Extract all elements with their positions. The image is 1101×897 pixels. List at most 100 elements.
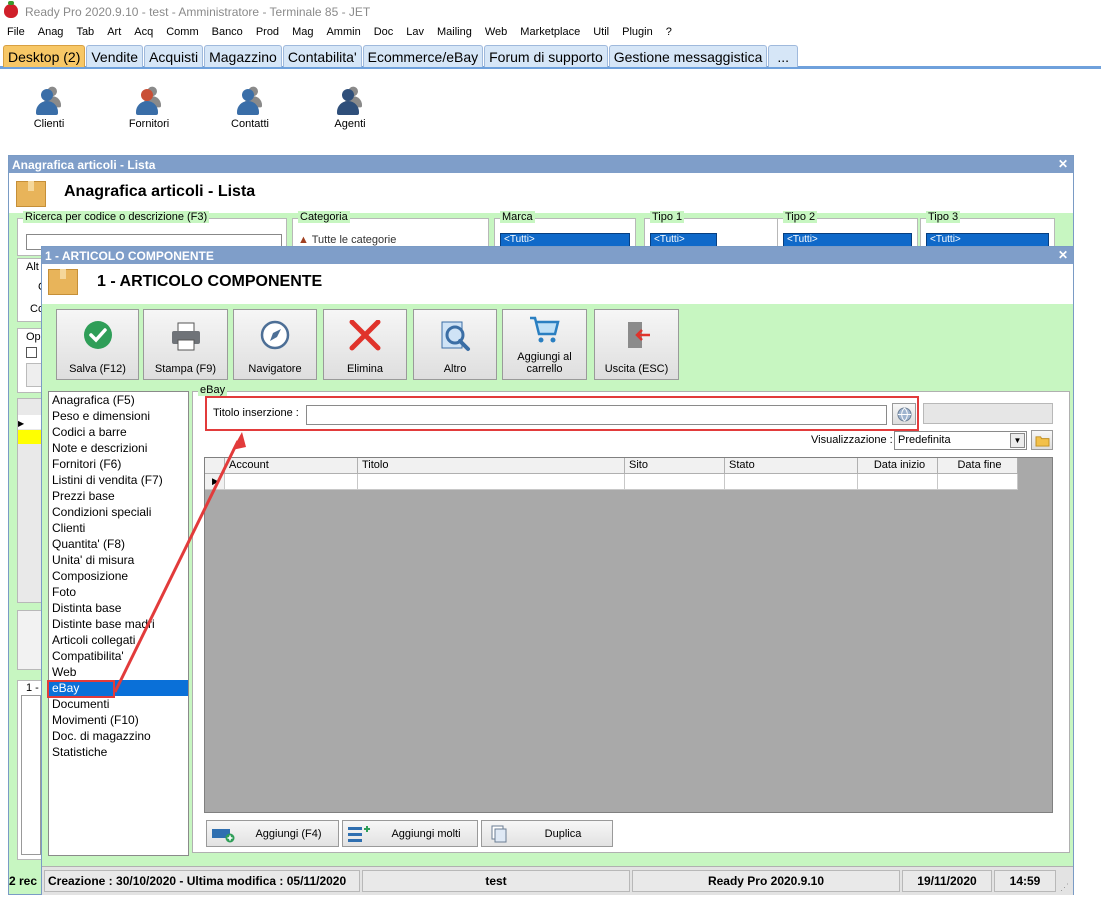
menu-file[interactable]: File	[0, 24, 31, 42]
section-peso-dimensioni[interactable]: Peso e dimensioni	[49, 408, 188, 424]
row-indicator-icon: ▶	[205, 474, 225, 490]
menu-prod[interactable]: Prod	[249, 24, 285, 42]
categoria-value[interactable]: ▲ Tutte le categorie	[298, 234, 396, 246]
section-articoli-collegati[interactable]: Articoli collegati	[49, 632, 188, 648]
visualizzazione-select[interactable]: Predefinita ▼	[894, 431, 1027, 450]
stampa-button[interactable]: Stampa (F9)	[143, 309, 228, 380]
section-quantita[interactable]: Quantita' (F8)	[49, 536, 188, 552]
column-header-titolo[interactable]: Titolo	[358, 458, 625, 474]
menu-util[interactable]: Util	[586, 24, 615, 42]
tab-acquisti[interactable]: Acquisti	[144, 45, 204, 67]
section-clienti[interactable]: Clienti	[49, 520, 188, 536]
duplica-button[interactable]: Duplica	[481, 820, 613, 847]
section-statistiche[interactable]: Statistiche	[49, 744, 188, 760]
tab-ecommerce-ebay[interactable]: Ecommerce/eBay	[362, 45, 484, 67]
duplicate-icon	[491, 825, 507, 843]
tab-desktop[interactable]: Desktop (2)	[3, 45, 86, 67]
tab-magazzino[interactable]: Magazzino	[204, 45, 282, 67]
column-header-data-fine[interactable]: Data fine	[938, 458, 1018, 474]
menu-comm[interactable]: Comm	[159, 24, 204, 42]
menu-acq[interactable]: Acq	[127, 24, 159, 42]
column-header-sito[interactable]: Sito	[625, 458, 725, 474]
visualizzazione-value: Predefinita	[898, 434, 951, 446]
alt-group: Alt C Co	[17, 258, 46, 322]
section-composizione[interactable]: Composizione	[49, 568, 188, 584]
table-row-cell[interactable]	[225, 474, 358, 490]
altro-button[interactable]: Altro	[413, 309, 497, 380]
close-icon[interactable]: ✕	[1058, 248, 1068, 262]
duplica-label: Duplica	[544, 828, 582, 840]
menu-mailing[interactable]: Mailing	[430, 24, 478, 42]
grid-corner	[205, 458, 225, 474]
section-doc-magazzino[interactable]: Doc. di magazzino	[49, 728, 188, 744]
table-row-cell[interactable]	[358, 474, 625, 490]
desktop-icon-label: Fornitori	[128, 118, 170, 130]
salva-button[interactable]: Salva (F12)	[56, 309, 139, 380]
strawberry-app-icon	[4, 1, 18, 18]
menu-tab[interactable]: Tab	[69, 24, 100, 42]
tab-contabilita[interactable]: Contabilita'	[282, 45, 362, 67]
navigatore-button[interactable]: Navigatore	[233, 309, 317, 380]
menu-lav[interactable]: Lav	[399, 24, 430, 42]
table-row-cell[interactable]	[858, 474, 938, 490]
menu-mag[interactable]: Mag	[285, 24, 319, 42]
desktop-icon-clienti[interactable]: Clienti	[9, 83, 89, 130]
section-distinte-base-madri[interactable]: Distinte base madri	[49, 616, 188, 632]
desktop-icon-contatti[interactable]: Contatti	[210, 83, 290, 130]
section-movimenti[interactable]: Movimenti (F10)	[49, 712, 188, 728]
menu-help[interactable]: ?	[659, 24, 678, 42]
sections-list: Anagrafica (F5) Peso e dimensioni Codici…	[48, 391, 189, 856]
aggiungi-carrello-button[interactable]: Aggiungi al carrello	[502, 309, 587, 380]
menu-plugin[interactable]: Plugin	[615, 24, 659, 42]
desktop-icon-fornitori[interactable]: Fornitori	[109, 83, 189, 130]
elimina-button[interactable]: Elimina	[323, 309, 407, 380]
op-button[interactable]	[26, 363, 42, 387]
section-unita-misura[interactable]: Unita' di misura	[49, 552, 188, 568]
section-compatibilita[interactable]: Compatibilita'	[49, 648, 188, 664]
aggiungi-button[interactable]: Aggiungi (F4)	[206, 820, 339, 847]
menu-art[interactable]: Art	[100, 24, 127, 42]
menu-anag[interactable]: Anag	[31, 24, 70, 42]
tab-vendite[interactable]: Vendite	[86, 45, 144, 67]
menu-doc[interactable]: Doc	[367, 24, 400, 42]
close-icon[interactable]: ✕	[1058, 157, 1068, 171]
status-version: Ready Pro 2020.9.10	[632, 870, 900, 892]
section-documenti[interactable]: Documenti	[49, 696, 188, 712]
section-prezzi-base[interactable]: Prezzi base	[49, 488, 188, 504]
menu-marketplace[interactable]: Marketplace	[513, 24, 586, 42]
section-note-descrizioni[interactable]: Note e descrizioni	[49, 440, 188, 456]
tab-forum[interactable]: Forum di supporto	[484, 45, 608, 67]
table-row-cell[interactable]	[938, 474, 1018, 490]
menu-bar: File Anag Tab Art Acq Comm Banco Prod Ma…	[0, 24, 1101, 42]
tab-more[interactable]: ...	[768, 45, 799, 67]
open-folder-button[interactable]	[1031, 430, 1053, 450]
section-web[interactable]: Web	[49, 664, 188, 680]
column-header-stato[interactable]: Stato	[725, 458, 858, 474]
section-condizioni-speciali[interactable]: Condizioni speciali	[49, 504, 188, 520]
uscita-button[interactable]: Uscita (ESC)	[594, 309, 679, 380]
back-button[interactable]	[17, 610, 43, 670]
op-checkbox[interactable]	[26, 347, 37, 358]
aggiungi-molti-button[interactable]: Aggiungi molti	[342, 820, 478, 847]
section-distinta-base[interactable]: Distinta base	[49, 600, 188, 616]
section-foto[interactable]: Foto	[49, 584, 188, 600]
menu-banco[interactable]: Banco	[205, 24, 249, 42]
desktop-icon-label: Contatti	[231, 118, 269, 130]
back-grid: ▶	[17, 398, 43, 603]
column-header-account[interactable]: Account	[225, 458, 358, 474]
section-fornitori[interactable]: Fornitori (F6)	[49, 456, 188, 472]
menu-web[interactable]: Web	[478, 24, 513, 42]
section-codici-barre[interactable]: Codici a barre	[49, 424, 188, 440]
section-listini[interactable]: Listini di vendita (F7)	[49, 472, 188, 488]
table-row-cell[interactable]	[625, 474, 725, 490]
chevron-down-icon[interactable]: ▼	[1010, 433, 1025, 448]
tab-messaggistica[interactable]: Gestione messaggistica	[608, 45, 768, 67]
uscita-label: Uscita (ESC)	[604, 363, 669, 375]
box-icon	[16, 181, 46, 207]
desktop-icon-agenti[interactable]: Agenti	[310, 83, 390, 130]
resize-grip-icon[interactable]: ⋰	[1060, 882, 1070, 892]
table-row-cell[interactable]	[725, 474, 858, 490]
menu-ammin[interactable]: Ammin	[319, 24, 366, 42]
section-anagrafica[interactable]: Anagrafica (F5)	[49, 392, 188, 408]
column-header-data-inizio[interactable]: Data inizio	[858, 458, 938, 474]
